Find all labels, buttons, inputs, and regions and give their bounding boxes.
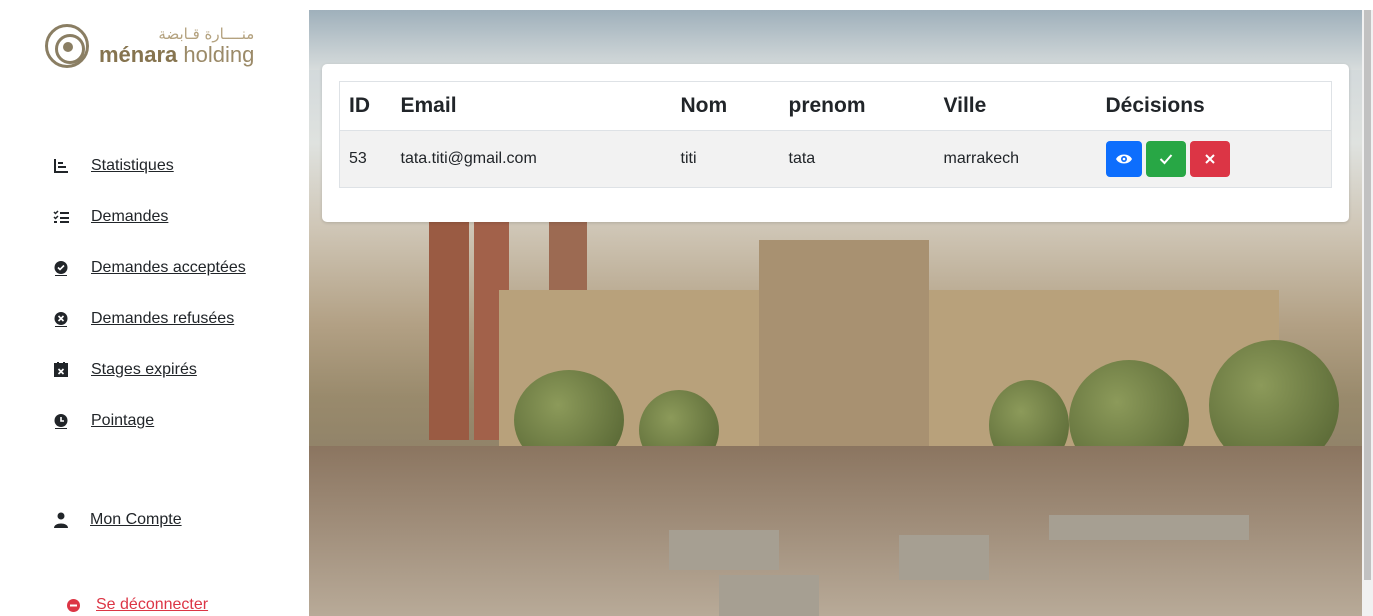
- check-circle-icon: [52, 259, 70, 277]
- stats-list-icon: [52, 157, 70, 175]
- sidebar-item-label: Stages expirés: [91, 360, 197, 378]
- sidebar-item-statistiques[interactable]: Statistiques: [52, 140, 246, 191]
- view-button[interactable]: [1105, 141, 1142, 177]
- logout-icon: [66, 598, 80, 612]
- photo-bench-4: [719, 575, 819, 616]
- logo-latin-bold: ménara: [99, 41, 178, 67]
- company-logo[interactable]: منــــارة قـابضة ménara holding: [45, 24, 254, 68]
- cell-prenom: tata: [779, 130, 935, 188]
- sidebar-item-label: Pointage: [91, 411, 155, 429]
- sidebar-item-label: Statistiques: [91, 156, 174, 174]
- logo-latin-name: ménara holding: [99, 41, 255, 67]
- photo-silo-left: [429, 210, 469, 440]
- sidebar-item-mon-compte[interactable]: Mon Compte: [52, 494, 182, 545]
- user-icon: [52, 511, 70, 529]
- photo-bench-2: [899, 535, 989, 580]
- logo-latin-light: holding: [177, 41, 255, 67]
- cell-id: 53: [339, 130, 392, 188]
- app-root: منــــارة قـابضة ménara holding Statisti…: [0, 0, 1373, 616]
- sidebar: منــــارة قـابضة ménara holding Statisti…: [0, 0, 309, 616]
- accept-button[interactable]: [1145, 141, 1186, 177]
- logo-mark-icon: [45, 24, 89, 68]
- refuse-button[interactable]: [1189, 141, 1230, 177]
- cell-email: tata.titi@gmail.com: [391, 130, 672, 188]
- column-header-ville: Ville: [934, 81, 1097, 131]
- cell-nom: titi: [671, 130, 780, 188]
- eye-icon: [1115, 154, 1132, 164]
- sidebar-item-demandes-refusees[interactable]: Demandes refusées: [52, 293, 246, 344]
- x-icon: [1204, 154, 1215, 164]
- table-row: 53 tata.titi@gmail.com titi tata marrake…: [339, 130, 1332, 188]
- scrollbar-thumb[interactable]: [1364, 10, 1371, 580]
- column-header-nom: Nom: [671, 81, 780, 131]
- decision-buttons: [1105, 141, 1332, 177]
- photo-bench-1: [669, 530, 779, 570]
- cell-decisions: [1096, 130, 1332, 188]
- column-header-id: ID: [339, 81, 392, 131]
- sidebar-item-label: Mon Compte: [90, 510, 182, 528]
- requests-table: ID Email Nom prenom Ville Décisions 53 t…: [339, 81, 1332, 188]
- checklist-icon: [52, 208, 70, 226]
- column-header-email: Email: [391, 81, 672, 131]
- logout-label: Se déconnecter: [96, 596, 209, 613]
- requests-card: ID Email Nom prenom Ville Décisions 53 t…: [322, 64, 1349, 222]
- sidebar-item-demandes-acceptees[interactable]: Demandes acceptées: [52, 242, 246, 293]
- sidebar-item-label: Demandes: [91, 207, 169, 225]
- sidebar-item-stages-expires[interactable]: Stages expirés: [52, 344, 246, 395]
- photo-bench-3: [1049, 515, 1249, 540]
- x-circle-icon: [52, 310, 70, 328]
- sidebar-item-demandes[interactable]: Demandes: [52, 191, 246, 242]
- clock-icon: [52, 412, 70, 430]
- check-icon: [1159, 154, 1172, 165]
- calendar-x-icon: [52, 361, 70, 379]
- sidebar-item-label: Demandes refusées: [91, 309, 235, 327]
- photo-sky: [309, 10, 1362, 70]
- sidebar-nav: Statistiques Demandes Demandes acceptées…: [52, 140, 246, 446]
- table-header-row: ID Email Nom prenom Ville Décisions: [339, 81, 1332, 131]
- sidebar-item-label: Demandes acceptées: [91, 258, 246, 276]
- cell-ville: marrakech: [934, 130, 1097, 188]
- logo-text: منــــارة قـابضة ménara holding: [99, 24, 255, 67]
- sidebar-item-pointage[interactable]: Pointage: [52, 395, 246, 446]
- photo-building-tower: [759, 240, 929, 460]
- column-header-decisions: Décisions: [1096, 81, 1332, 131]
- logout-link[interactable]: Se déconnecter: [66, 596, 208, 614]
- logo-arabic-name: منــــارة قـابضة: [158, 24, 255, 43]
- column-header-prenom: prenom: [779, 81, 935, 131]
- page-scrollbar[interactable]: [1362, 10, 1373, 616]
